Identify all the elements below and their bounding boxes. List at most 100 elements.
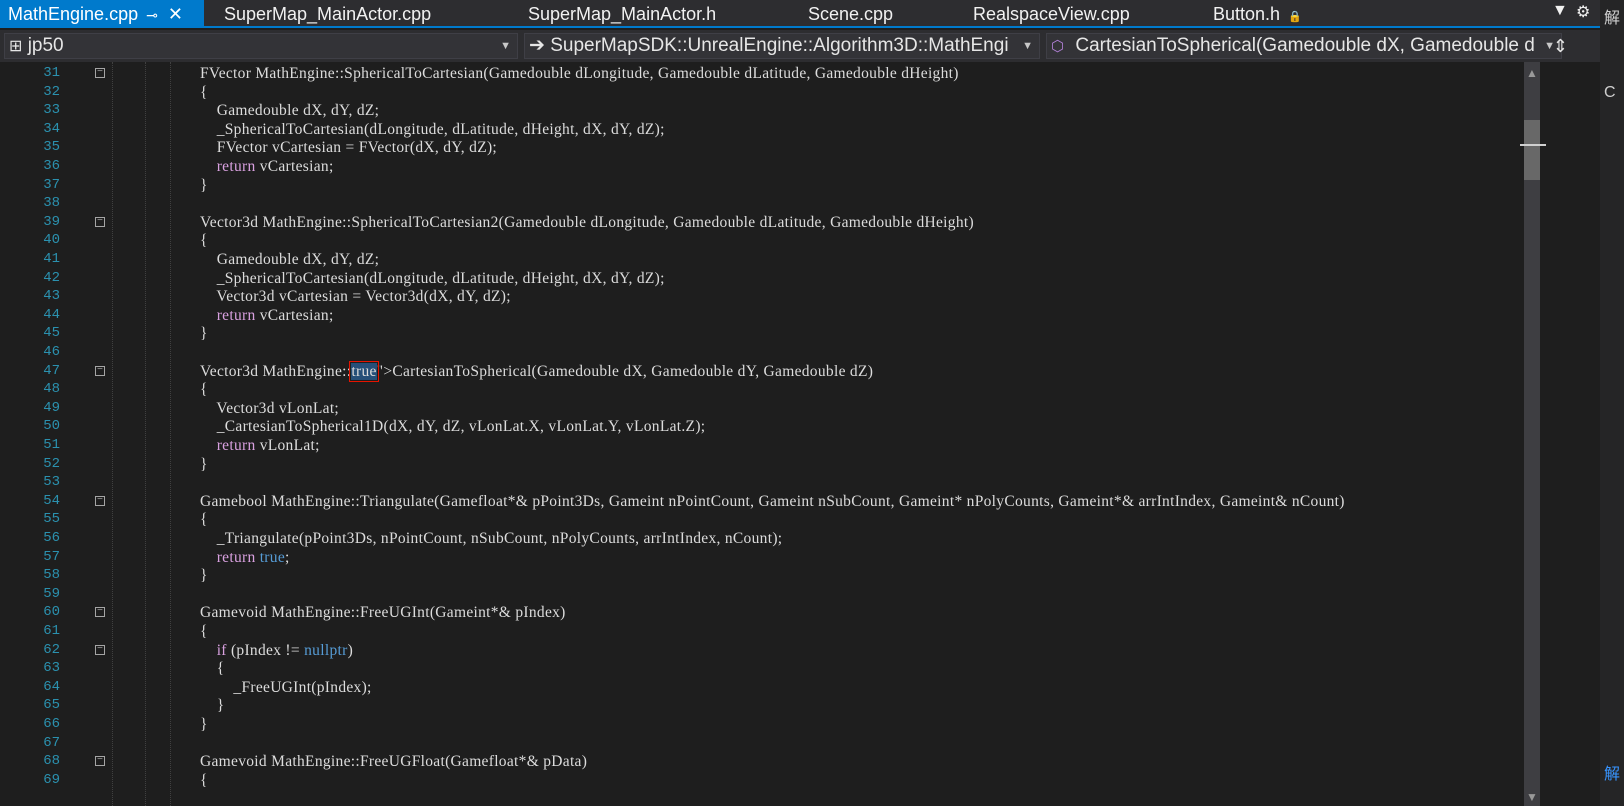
code-text: }	[200, 176, 208, 194]
line-number: 38	[43, 195, 60, 212]
code-line[interactable]: 61 {	[0, 622, 1566, 641]
arrow-right-icon: ➔	[529, 35, 545, 56]
code-line[interactable]: 60 − Gamevoid MathEngine::FreeUGInt(Gamein…	[0, 603, 1566, 622]
line-number: 61	[43, 623, 60, 639]
line-number: 68	[43, 753, 60, 770]
tab-supermap-mainactor-cpp[interactable]: SuperMap_MainActor.cpp	[216, 0, 431, 28]
code-line[interactable]: 54 − Gamebool MathEngine::Triangulate(Game…	[0, 492, 1566, 511]
tab-mathengine-cpp[interactable]: MathEngine.cpp ⊸ ✕	[0, 0, 204, 28]
fold-collapse-icon[interactable]: −	[95, 216, 105, 227]
line-number: 65	[43, 697, 60, 714]
split-editor-icon[interactable]: ⇕	[1553, 36, 1568, 57]
code-editor[interactable]: 31− FVector MathEngine::SphericalToCartes…	[0, 62, 1566, 806]
line-number: 49	[43, 399, 60, 416]
code-line[interactable]: 53	[0, 473, 1566, 492]
tab-supermap-mainactor-h[interactable]: SuperMap_MainActor.h	[520, 0, 716, 28]
code-line[interactable]: 55 {	[0, 510, 1566, 529]
line-number: 32	[43, 83, 60, 100]
tab-realspaceview-cpp[interactable]: RealspaceView.cpp	[965, 0, 1130, 28]
code-line[interactable]: 45}	[0, 324, 1566, 343]
code-line[interactable]: 44 return vCartesian;	[0, 306, 1566, 325]
code-line[interactable]: 48 {	[0, 380, 1566, 399]
gear-icon[interactable]: ⚙	[1576, 2, 1590, 22]
code-line[interactable]: 33 Gamedouble dX, dY, dZ;	[0, 101, 1566, 120]
code-line[interactable]: 43 Vector3d vCartesian = Vector3d(dX, dY…	[0, 287, 1566, 306]
member-combo[interactable]: ⬡ CartesianToSpherical(Gamedouble dX, Ga…	[1046, 33, 1562, 59]
code-line[interactable]: 68 − Gamevoid MathEngine::FreeUGFloat(Game…	[0, 752, 1566, 771]
project-icon: ⊞	[9, 38, 23, 55]
code-line[interactable]: 63 {	[0, 659, 1566, 678]
code-line[interactable]: 59	[0, 585, 1566, 604]
code-line[interactable]: 51 return vLonLat;	[0, 436, 1566, 455]
code-text: return true;	[216, 548, 290, 566]
line-number: 47	[43, 362, 60, 379]
code-line[interactable]: 40 {	[0, 231, 1566, 250]
code-line[interactable]: 67	[0, 734, 1566, 753]
code-text: Vector3d MathEngine::SphericalToCartesia…	[200, 213, 974, 231]
code-text: Gamedouble dX, dY, dZ;	[200, 102, 380, 120]
code-line[interactable]: 34 _SphericalToCartesian(dLongitude, dLa…	[0, 120, 1566, 139]
code-line[interactable]: 49 Vector3d vLonLat;	[0, 399, 1566, 418]
code-line[interactable]: 56 _Triangulate(pPoint3Ds, nPointCount, …	[0, 529, 1566, 548]
code-line[interactable]: 52}	[0, 455, 1566, 474]
tab-label: RealspaceView.cpp	[973, 4, 1130, 24]
code-text: {	[200, 381, 208, 399]
code-line[interactable]: 36 return vCartesian;	[0, 157, 1566, 176]
code-line[interactable]: 57 return true;	[0, 548, 1566, 567]
code-text: Gamevoid MathEngine::FreeUGFloat(Gameflo…	[200, 753, 588, 771]
side-panel-edge: 解 C 解	[1600, 0, 1624, 806]
code-line[interactable]: 41 Gamedouble dX, dY, dZ;	[0, 250, 1566, 269]
chevron-down-icon: ▼	[1022, 40, 1033, 52]
line-number: 57	[43, 548, 60, 565]
scroll-thumb[interactable]	[1524, 120, 1540, 180]
line-number: 46	[43, 344, 60, 360]
project-combo[interactable]: ⊞ jp50 ▼	[4, 33, 518, 59]
code-line[interactable]: 58}	[0, 566, 1566, 585]
code-line[interactable]: 42 _SphericalToCartesian(dLongitude, dLa…	[0, 269, 1566, 288]
code-line[interactable]: 50 _CartesianToSpherical1D(dX, dY, dZ, v…	[0, 417, 1566, 436]
scroll-down-icon[interactable]: ▼	[1526, 790, 1538, 804]
code-text: Gamevoid MathEngine::FreeUGInt(Gameint*&…	[200, 604, 566, 622]
code-text: Vector3d vCartesian = Vector3d(dX, dY, d…	[200, 288, 511, 306]
tab-strip-tools: ▼ ⚙	[1540, 0, 1600, 28]
code-text: {	[200, 660, 225, 678]
code-line[interactable]: 66}	[0, 715, 1566, 734]
code-text: FVector MathEngine::SphericalToCartesian…	[200, 65, 959, 82]
scope-name: SuperMapSDK::UnrealEngine::Algorithm3D::…	[550, 35, 1009, 56]
code-line[interactable]: 47 − Vector3d MathEngine::true">CartesianT…	[0, 360, 1566, 382]
line-number: 58	[43, 567, 60, 584]
scroll-up-icon[interactable]: ▲	[1526, 66, 1538, 80]
pin-icon[interactable]: ⊸	[146, 1, 158, 29]
code-line[interactable]: 62 − if (pIndex != nullptr)	[0, 641, 1566, 660]
fold-collapse-icon[interactable]: −	[95, 756, 105, 767]
code-line[interactable]: 69 {	[0, 771, 1566, 790]
line-number: 56	[43, 530, 60, 546]
code-line[interactable]: 32 {	[0, 83, 1566, 102]
fold-collapse-icon[interactable]: −	[95, 495, 105, 506]
scope-combo[interactable]: ➔ SuperMapSDK::UnrealEngine::Algorithm3D…	[524, 33, 1040, 59]
code-text: }	[200, 325, 208, 343]
code-line[interactable]: 31 − FVector MathEngine::SphericalToCartes…	[0, 64, 1566, 83]
code-line[interactable]: 35 FVector vCartesian = FVector(dX, dY, …	[0, 138, 1566, 157]
code-line[interactable]: 38	[0, 194, 1566, 213]
code-line[interactable]: 39 − Vector3d MathEngine::SphericalToCarte…	[0, 213, 1566, 232]
code-line[interactable]: 46	[0, 343, 1566, 362]
tab-list-dropdown-icon[interactable]: ▼	[1552, 2, 1568, 20]
line-number: 50	[43, 418, 60, 435]
code-line[interactable]: 37}	[0, 176, 1566, 195]
line-number: 35	[43, 139, 60, 156]
chevron-down-icon: ▼	[500, 40, 511, 52]
code-line[interactable]: 64 _FreeUGInt(pIndex);	[0, 678, 1566, 697]
close-icon[interactable]: ✕	[168, 4, 183, 24]
panel-tab-fragment: 解	[1604, 766, 1621, 783]
code-line[interactable]: 65 }	[0, 696, 1566, 715]
fold-collapse-icon[interactable]: −	[95, 365, 105, 376]
fold-collapse-icon[interactable]: −	[95, 644, 105, 655]
panel-item-fragment: C	[1604, 84, 1616, 101]
fold-collapse-icon[interactable]: −	[95, 607, 105, 618]
code-text: _CartesianToSpherical1D(dX, dY, dZ, vLon…	[200, 418, 706, 436]
fold-collapse-icon[interactable]: −	[95, 68, 105, 78]
tab-button-h[interactable]: Button.h 🔒	[1205, 0, 1302, 28]
tab-scene-cpp[interactable]: Scene.cpp	[800, 0, 893, 28]
vertical-scrollbar[interactable]: ▲ ▼	[1520, 62, 1566, 806]
